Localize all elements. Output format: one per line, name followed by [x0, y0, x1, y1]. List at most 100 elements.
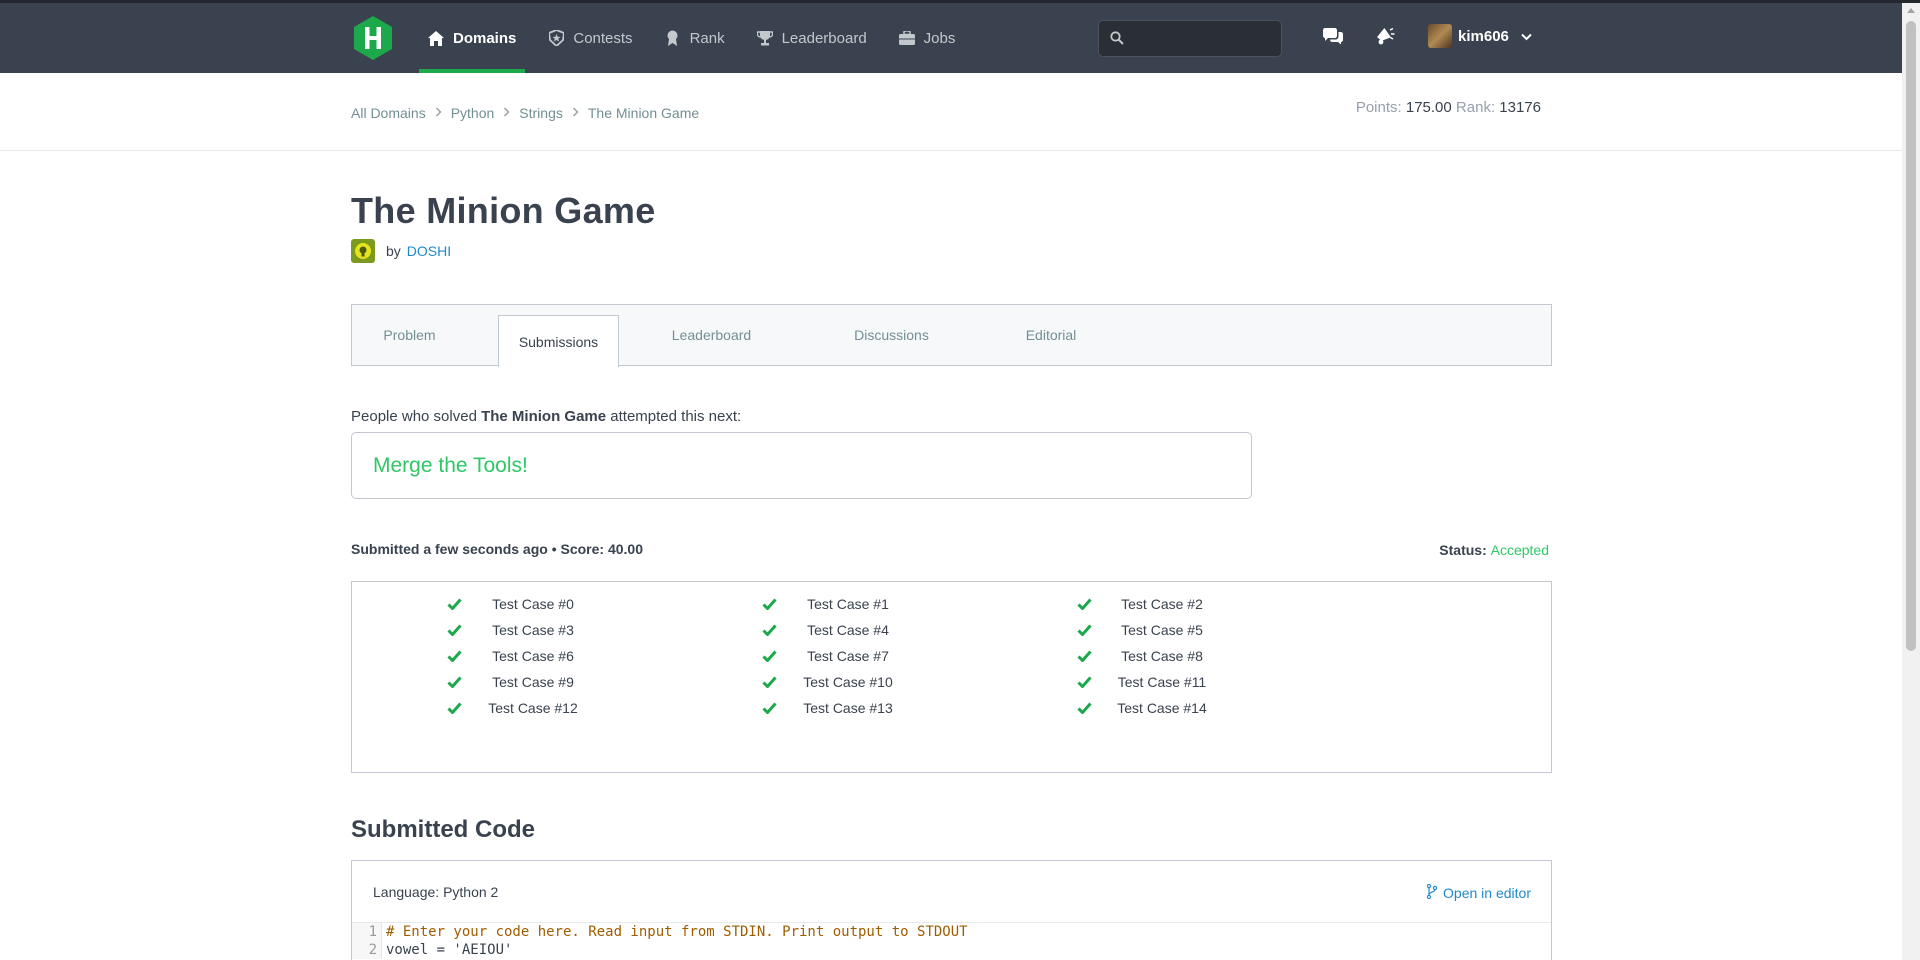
author-by: by	[386, 243, 401, 259]
test-case-label: Test Case #13	[803, 700, 893, 716]
code-text: # Enter your code here. Read input from …	[386, 924, 968, 940]
line-number: 1	[352, 923, 382, 941]
search-input[interactable]	[1098, 20, 1282, 57]
test-case-item[interactable]: Test Case #5	[1076, 620, 1276, 640]
test-case-item[interactable]: Test Case #8	[1076, 646, 1276, 666]
tab-problem[interactable]: Problem	[352, 305, 467, 365]
code-language: Language: Python 2	[373, 884, 499, 900]
test-case-label: Test Case #2	[1121, 596, 1203, 612]
top-navbar: Domains Contests Rank Leaderboard Jobs k…	[0, 3, 1902, 73]
test-case-label: Test Case #5	[1121, 622, 1203, 638]
test-case-item[interactable]: Test Case #4	[761, 620, 961, 640]
code-panel-header: Language: Python 2 Open in editor	[352, 861, 1551, 923]
test-case-label: Test Case #11	[1117, 674, 1207, 690]
tab-submissions[interactable]: Submissions	[498, 315, 619, 367]
code-text: vowel = 'AEIOU'	[386, 942, 513, 958]
breadcrumb-python[interactable]: Python	[451, 105, 495, 121]
trophy-icon	[756, 30, 773, 46]
check-icon	[761, 674, 777, 690]
home-icon	[428, 30, 444, 46]
chevron-right-icon	[572, 106, 579, 120]
points-label: Points:	[1355, 99, 1402, 116]
code-line: 1 # Enter your code here. Read input fro…	[352, 923, 1551, 941]
nav-domains[interactable]: Domains	[419, 3, 526, 73]
check-icon	[1076, 596, 1092, 612]
submitted-code-heading: Submitted Code	[351, 816, 535, 843]
next-challenge-card[interactable]: Merge the Tools!	[351, 432, 1252, 499]
username: kim606	[1458, 27, 1509, 45]
test-case-item[interactable]: Test Case #3	[446, 620, 646, 640]
next-challenge-label: People who solved The Minion Game attemp…	[351, 408, 741, 425]
submission-summary: Submitted a few seconds ago • Score: 40.…	[351, 541, 643, 557]
rank-value: 13176	[1499, 99, 1541, 116]
test-case-item[interactable]: Test Case #10	[761, 672, 961, 692]
test-case-item[interactable]: Test Case #13	[761, 698, 961, 718]
check-icon	[446, 700, 462, 716]
next-challenge-link[interactable]: Merge the Tools!	[373, 454, 528, 478]
check-icon	[446, 622, 462, 638]
challenge-tabs: Problem Submissions Leaderboard Discussi…	[351, 304, 1552, 367]
nav-contests[interactable]: Contests	[539, 3, 641, 73]
briefcase-icon	[898, 30, 915, 46]
check-icon	[761, 648, 777, 664]
author-line: by DOSHI	[351, 239, 451, 263]
check-icon	[446, 674, 462, 690]
test-case-item[interactable]: Test Case #1	[761, 594, 961, 614]
nav-rank-label: Rank	[689, 29, 725, 47]
test-case-item[interactable]: Test Case #9	[446, 672, 646, 692]
tab-editorial[interactable]: Editorial	[992, 305, 1110, 365]
check-icon	[446, 648, 462, 664]
test-case-label: Test Case #12	[488, 700, 578, 716]
code-panel: Language: Python 2 Open in editor 1 # En…	[351, 860, 1552, 960]
tab-leaderboard[interactable]: Leaderboard	[649, 305, 774, 365]
points-value: 175.00	[1405, 99, 1452, 116]
breadcrumb-all-domains[interactable]: All Domains	[351, 105, 426, 121]
nav-jobs[interactable]: Jobs	[890, 3, 965, 73]
test-case-label: Test Case #6	[492, 648, 574, 664]
test-case-label: Test Case #8	[1121, 648, 1203, 664]
hackerrank-logo-icon[interactable]	[351, 16, 395, 60]
scrollbar-thumb[interactable]	[1906, 21, 1916, 651]
test-case-item[interactable]: Test Case #2	[1076, 594, 1276, 614]
line-number: 2	[352, 941, 382, 959]
status-label: Status:	[1439, 542, 1491, 558]
test-case-label: Test Case #10	[803, 674, 893, 690]
check-icon	[761, 622, 777, 638]
status-badge: Accepted	[1490, 542, 1549, 558]
tab-discussions[interactable]: Discussions	[833, 305, 950, 365]
check-icon	[1076, 700, 1092, 716]
test-case-item[interactable]: Test Case #11	[1076, 672, 1276, 692]
author-link[interactable]: DOSHI	[407, 243, 451, 259]
author-avatar	[351, 239, 375, 263]
test-case-label: Test Case #0	[492, 596, 574, 612]
test-case-item[interactable]: Test Case #6	[446, 646, 646, 666]
nav-leaderboard[interactable]: Leaderboard	[748, 3, 876, 73]
test-case-item[interactable]: Test Case #0	[446, 594, 646, 614]
nav-inner: Domains Contests Rank Leaderboard Jobs	[351, 3, 978, 73]
page-scrollbar[interactable]	[1902, 3, 1920, 960]
nav-domains-label: Domains	[453, 29, 517, 47]
code-editor[interactable]: 1 # Enter your code here. Read input fro…	[352, 923, 1551, 959]
nav-rank[interactable]: Rank	[656, 3, 734, 73]
page-title: The Minion Game	[351, 190, 656, 231]
breadcrumb: All Domains Python Strings The Minion Ga…	[351, 105, 699, 121]
test-case-label: Test Case #4	[807, 622, 889, 638]
test-case-item[interactable]: Test Case #12	[446, 698, 646, 718]
check-icon	[761, 700, 777, 716]
test-case-item[interactable]: Test Case #7	[761, 646, 961, 666]
check-icon	[1076, 622, 1092, 638]
breadcrumb-strings[interactable]: Strings	[519, 105, 563, 121]
nav-contests-label: Contests	[573, 29, 633, 47]
medal-icon	[665, 30, 681, 46]
open-in-editor-link[interactable]: Open in editor	[1426, 883, 1531, 902]
notifications-icon[interactable]	[1374, 26, 1396, 48]
scroll-up-arrow-icon[interactable]	[1907, 8, 1915, 13]
code-line: 2 vowel = 'AEIOU'	[352, 941, 1551, 959]
user-menu[interactable]: kim606	[1428, 24, 1532, 48]
next-suffix: attempted this next:	[606, 408, 742, 425]
submission-status: Status: Accepted	[1439, 542, 1549, 558]
messages-icon[interactable]	[1322, 26, 1344, 48]
rank-label: Rank:	[1455, 99, 1496, 116]
nav-leaderboard-label: Leaderboard	[781, 29, 867, 47]
test-case-item[interactable]: Test Case #14	[1076, 698, 1276, 718]
